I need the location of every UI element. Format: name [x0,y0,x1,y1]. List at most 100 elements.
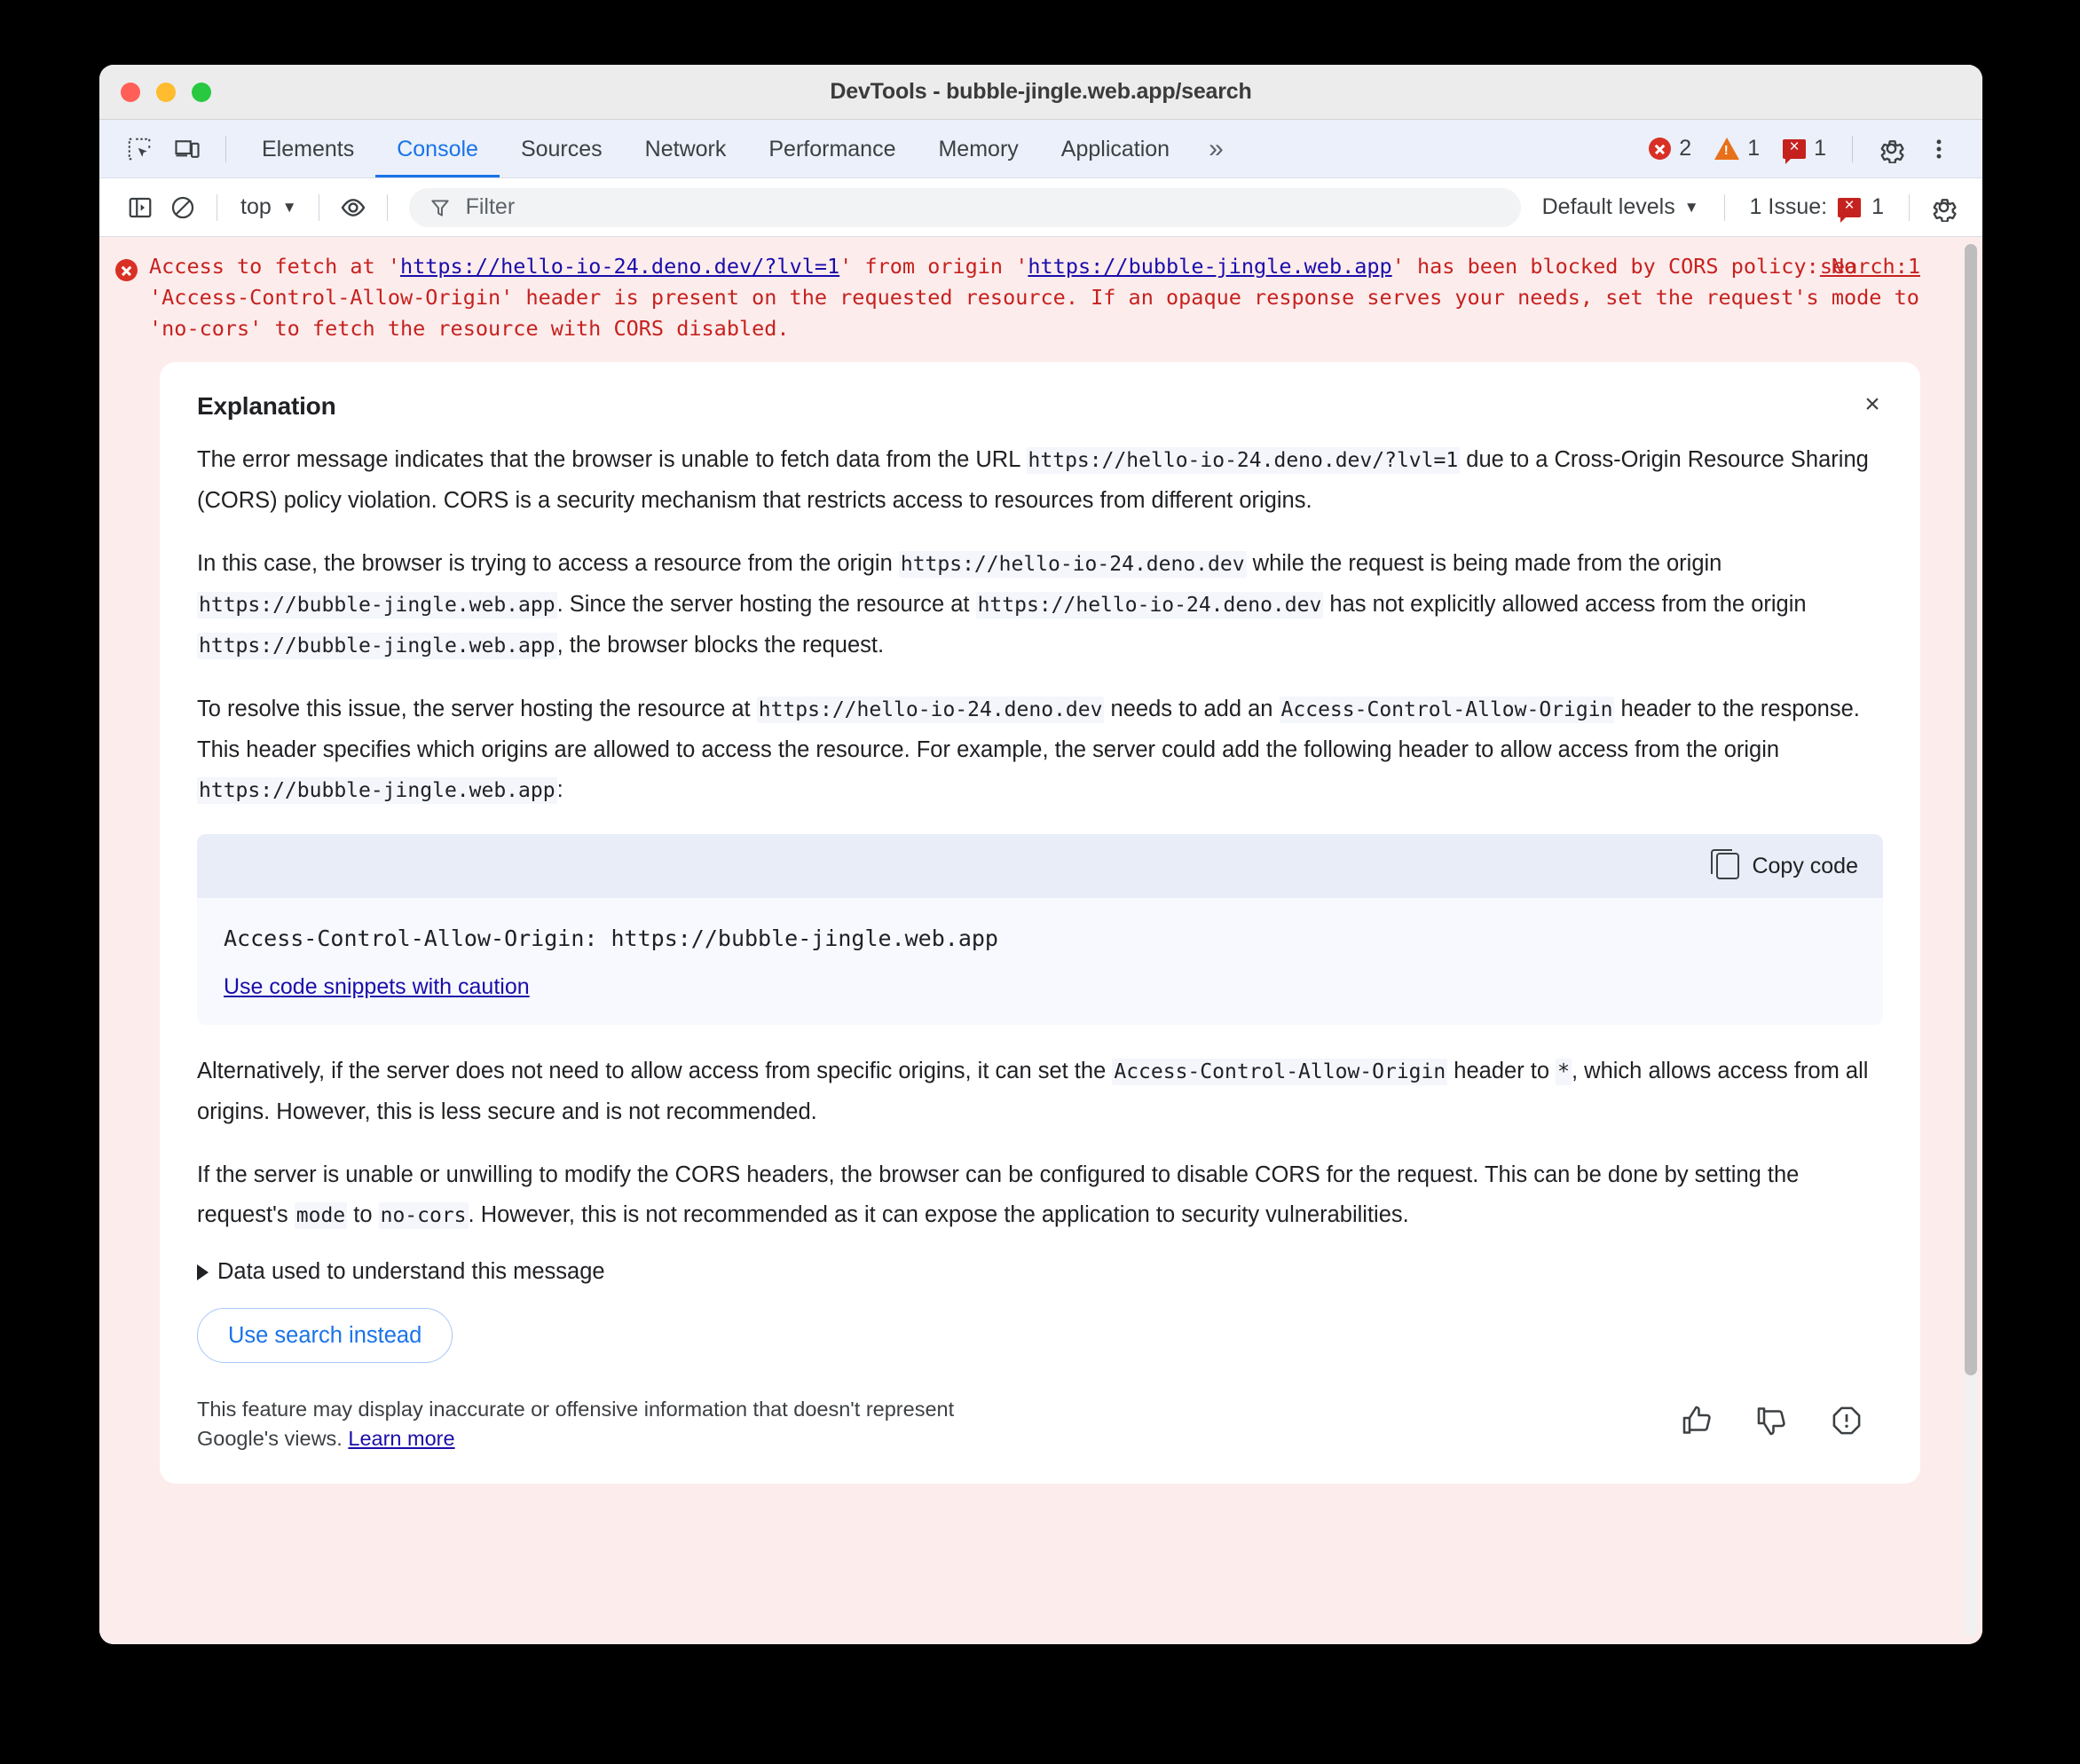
code-block-body: Access-Control-Allow-Origin: https://bub… [197,898,1883,1025]
issue-counter[interactable]: 1 [1771,136,1838,164]
warning-counter[interactable]: 1 [1703,136,1771,161]
window-title: DevTools - bubble-jingle.web.app/search [830,79,1252,104]
copy-icon [1711,849,1740,879]
clear-console-icon[interactable] [162,186,204,229]
device-toolbar-icon[interactable] [163,125,211,173]
issues-label: 1 Issue: [1749,194,1828,219]
p2-seg5: , the browser blocks the request. [556,633,885,658]
toolbar-divider-4 [1723,193,1725,221]
log-levels-label: Default levels [1541,194,1675,219]
tab-application[interactable]: Application [1040,121,1191,177]
tab-elements[interactable]: Elements [240,121,375,177]
console-error-message[interactable]: Access to fetch at 'https://hello-io-24.… [99,237,1982,355]
p3-code2: Access-Control-Allow-Origin [1279,697,1615,723]
console-settings-icon[interactable] [1922,186,1965,229]
tab-console[interactable]: Console [375,121,500,177]
disclaimer-body: This feature may display inaccurate or o… [197,1398,955,1450]
learn-more-link[interactable]: Learn more [348,1427,454,1450]
p4-code1: Access-Control-Allow-Origin [1112,1059,1448,1085]
filter-placeholder: Filter [465,194,516,219]
warning-count: 1 [1747,136,1761,161]
use-search-instead-button[interactable]: Use search instead [197,1308,453,1363]
error-count: 2 [1679,136,1692,161]
console-scroll-area: Access to fetch at 'https://hello-io-24.… [99,237,1982,1644]
feedback-buttons [1677,1395,1883,1441]
error-url-link-1[interactable]: https://hello-io-24.deno.dev/?lvl=1 [400,254,839,279]
filter-icon [430,199,449,217]
thumb-down-icon[interactable] [1752,1400,1792,1441]
error-counter[interactable]: 2 [1637,136,1703,161]
show-console-sidebar-icon[interactable] [119,186,162,229]
chevron-down-icon-levels: ▼ [1683,198,1699,216]
report-issue-icon[interactable] [1826,1400,1867,1441]
triangle-right-icon [197,1264,209,1280]
p4-code2: * [1556,1059,1572,1085]
error-text-part2: ' from origin ' [839,254,1028,279]
p3-seg1: To resolve this issue, the server hostin… [197,697,757,721]
gear-icon[interactable] [1867,125,1915,173]
execution-context-selector[interactable]: top ▼ [230,194,306,220]
error-url-link-2[interactable]: https://bubble-jingle.web.app [1028,254,1391,279]
console-scrollbar-thumb[interactable] [1965,244,1977,1375]
live-expression-icon[interactable] [332,186,374,229]
p4-seg2: header to [1447,1059,1556,1083]
code-block-header: Copy code [197,834,1883,898]
p3-code3: https://bubble-jingle.web.app [197,777,557,804]
code-block: Copy code Access-Control-Allow-Origin: h… [197,834,1883,1025]
p1-seg1: The error message indicates that the bro… [197,447,1027,472]
tab-memory[interactable]: Memory [917,121,1039,177]
inspect-element-icon[interactable] [115,125,163,173]
devtools-tab-bar: Elements Console Sources Network Perform… [99,120,1982,178]
console-scrollbar[interactable] [1965,244,1977,1637]
console-toolbar: top ▼ Filter Default levels ▼ 1 Issue: 1 [99,178,1982,237]
p2-seg4: has not explicitly allowed access from t… [1323,592,1807,617]
explanation-paragraph-3: To resolve this issue, the server hostin… [197,689,1874,811]
kebab-menu-icon[interactable] [1915,125,1963,173]
p2-seg3: . Since the server hosting the resource … [556,592,976,617]
p3-seg4: : [556,777,563,802]
toolbar-divider-3 [386,193,388,221]
p5-code1: mode [294,1202,348,1229]
close-icon[interactable]: × [1853,385,1892,424]
issues-summary[interactable]: 1 Issue: 1 [1737,194,1896,223]
issue-count: 1 [1814,136,1826,161]
console-body: Access to fetch at 'https://hello-io-24.… [99,237,1982,1644]
issue-icon [1783,136,1807,164]
code-snippet: Access-Control-Allow-Origin: https://bub… [224,925,998,951]
filter-input[interactable]: Filter [408,187,1521,227]
copy-code-label: Copy code [1752,853,1858,878]
p2-seg1: In this case, the browser is trying to a… [197,551,899,576]
tab-bar-divider [225,135,226,162]
explanation-paragraph-2: In this case, the browser is trying to a… [197,544,1874,666]
copy-code-button[interactable]: Copy code [1711,849,1858,879]
explanation-card: Explanation × The error message indicate… [160,362,1920,1484]
code-caution-link[interactable]: Use code snippets with caution [224,974,530,1000]
p5-code2: no-cors [378,1202,469,1229]
error-source-link[interactable]: search:1 [1820,251,1920,282]
tab-network[interactable]: Network [624,121,748,177]
log-levels-selector[interactable]: Default levels ▼ [1530,194,1712,220]
data-used-disclosure[interactable]: Data used to understand this message [197,1259,1883,1285]
error-message-text: Access to fetch at 'https://hello-io-24.… [149,251,1942,344]
p2-code2: https://bubble-jingle.web.app [197,592,557,618]
p2-code4: https://bubble-jingle.web.app [197,633,557,659]
p2-code1: https://hello-io-24.deno.dev [898,551,1247,578]
tab-performance[interactable]: Performance [747,121,917,177]
explanation-paragraph-4: Alternatively, if the server does not ne… [197,1051,1874,1132]
error-text-part1: Access to fetch at ' [149,254,400,279]
p3-seg2: needs to add an [1104,697,1280,721]
p4-seg1: Alternatively, if the server does not ne… [197,1059,1113,1083]
p5-seg2: to [347,1202,379,1227]
tab-sources[interactable]: Sources [500,121,624,177]
error-icon-message [115,259,138,281]
thumb-up-icon[interactable] [1677,1400,1718,1441]
explanation-paragraph-1: The error message indicates that the bro… [197,440,1874,521]
p1-code1: https://hello-io-24.deno.dev/?lvl=1 [1026,447,1461,474]
explanation-footer: This feature may display inaccurate or o… [197,1395,1883,1453]
devtools-window: DevTools - bubble-jingle.web.app/search … [99,65,1982,1644]
disclaimer-text: This feature may display inaccurate or o… [197,1395,960,1453]
panel-tabs: Elements Console Sources Network Perform… [240,121,1239,177]
explanation-title: Explanation [197,392,336,420]
more-tabs-icon[interactable]: » [1191,135,1239,162]
warning-icon [1714,138,1740,160]
